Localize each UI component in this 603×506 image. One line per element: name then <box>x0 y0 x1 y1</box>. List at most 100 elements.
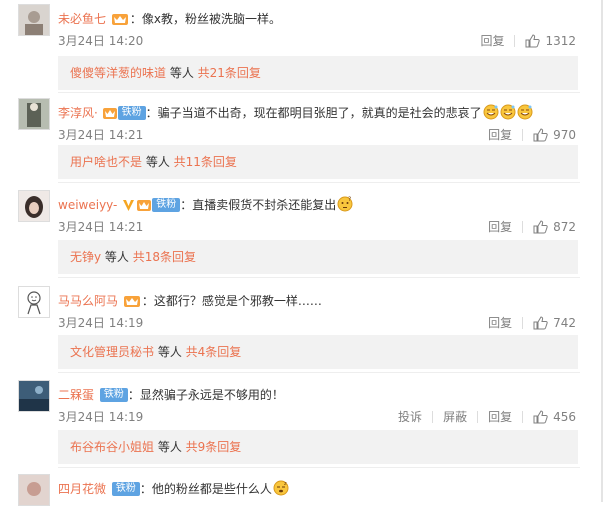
like-button[interactable]: 970 <box>533 128 576 142</box>
reply-count[interactable]: 共9条回复 <box>186 440 242 454</box>
thumbs-up-icon <box>533 409 548 423</box>
username[interactable]: weiweiyy- <box>58 198 117 212</box>
comment-text: ：像x教，粉丝被洗脑一样。 <box>129 12 281 26</box>
reply-user[interactable]: 文化管理员秘书 <box>70 345 154 359</box>
tiefen-badge[interactable]: 铁粉 <box>117 105 146 120</box>
divider <box>477 410 479 423</box>
username[interactable]: 马马么阿马 <box>58 294 118 308</box>
tiefen-badge[interactable]: 铁粉 <box>111 481 140 496</box>
comment-line: 马马么阿马 ：这都行？感觉是个邪教一样…… <box>58 292 322 309</box>
reply-count[interactable]: 共21条回复 <box>198 66 261 80</box>
reply-mid-text: 等人 <box>154 440 186 454</box>
comment-time: 3月24日 14:19 <box>58 410 144 424</box>
doubt-emoji-icon: ? <box>337 196 353 212</box>
comment-text: ：显然骗子永远是不够用的！ <box>127 388 284 402</box>
comment-actions: 回复 872 <box>488 218 576 235</box>
comment-time: 3月24日 14:21 <box>58 220 144 234</box>
avatar[interactable] <box>18 98 50 130</box>
sleepy-emoji-icon: z <box>273 480 289 496</box>
verified-v-icon[interactable] <box>122 198 135 212</box>
avatar[interactable] <box>18 4 50 36</box>
comment-line: 四月花微 铁粉 ：他的粉丝都是些什么人 z <box>58 480 289 498</box>
svg-text:?: ? <box>348 196 351 203</box>
like-button[interactable]: 872 <box>533 220 576 234</box>
reply-button[interactable]: 回复 <box>488 218 512 235</box>
report-button[interactable]: 投诉 <box>398 408 422 425</box>
comment-actions: 回复 742 <box>488 314 576 331</box>
fan-crown-icon[interactable] <box>102 106 117 120</box>
block-button[interactable]: 屏蔽 <box>443 408 467 425</box>
like-button[interactable]: 1312 <box>525 34 576 48</box>
username[interactable]: 四月花微 <box>58 482 106 496</box>
comment-line: 李淳风· 铁粉 ：骗子当道不出奇，现在都明目张胆了，就真的是社会的悲哀了 <box>58 104 533 122</box>
reply-user[interactable]: 傻傻等洋葱的味道 <box>70 66 166 80</box>
reply-mid-text: 等人 <box>166 66 198 80</box>
reply-user[interactable]: 无铮y <box>70 250 101 264</box>
reply-count[interactable]: 共11条回复 <box>174 155 237 169</box>
tiefen-badge[interactable]: 铁粉 <box>99 387 128 402</box>
sweat-smile-emoji-icon <box>517 104 533 120</box>
divider <box>58 277 580 278</box>
avatar[interactable] <box>18 380 50 412</box>
comment-actions: 回复 970 <box>488 126 576 143</box>
divider <box>432 410 434 423</box>
divider <box>58 182 580 183</box>
like-button[interactable]: 742 <box>533 316 576 330</box>
svg-text:z: z <box>284 481 287 487</box>
username[interactable]: 二槑蛋 <box>58 388 94 402</box>
like-count: 742 <box>553 315 576 330</box>
comment-text: ：直播卖假货不封杀还能复出 <box>180 198 337 212</box>
divider <box>58 467 580 468</box>
comment-text: ：他的粉丝都是些什么人 <box>139 482 272 496</box>
comment-line: 未必鱼七 ：像x教，粉丝被洗脑一样。 <box>58 10 281 27</box>
comment-time: 3月24日 14:20 <box>58 34 144 48</box>
username[interactable]: 未必鱼七 <box>58 12 106 26</box>
divider <box>522 316 524 329</box>
like-count: 970 <box>553 127 576 142</box>
reply-mid-text: 等人 <box>154 345 186 359</box>
comment-line: 二槑蛋 铁粉 ：显然骗子永远是不够用的！ <box>58 386 284 403</box>
comment-actions: 回复 1312 <box>480 32 576 49</box>
reply-count[interactable]: 共4条回复 <box>186 345 242 359</box>
avatar[interactable] <box>18 474 50 506</box>
avatar[interactable] <box>18 190 50 222</box>
avatar[interactable] <box>18 286 50 318</box>
thumbs-up-icon <box>533 127 548 141</box>
divider <box>514 34 516 47</box>
divider <box>522 410 524 423</box>
tiefen-badge[interactable]: 铁粉 <box>152 197 181 212</box>
reply-count[interactable]: 共18条回复 <box>133 250 196 264</box>
thumbs-up-icon <box>525 33 541 47</box>
fan-crown-icon[interactable] <box>111 12 129 26</box>
thumbs-up-icon <box>533 315 548 329</box>
divider <box>522 220 524 233</box>
comment-time: 3月24日 14:19 <box>58 316 144 330</box>
reply-mid-text: 等人 <box>101 250 133 264</box>
like-count: 456 <box>553 409 576 424</box>
comment-text: ：骗子当道不出奇，现在都明目张胆了，就真的是社会的悲哀了 <box>145 106 482 120</box>
like-count: 1312 <box>545 33 576 48</box>
comment-line: weiweiyy- 铁粉 ：直播卖假货不封杀还能复出? <box>58 196 353 214</box>
reply-button[interactable]: 回复 <box>488 126 512 143</box>
divider <box>58 92 580 93</box>
fan-crown-icon[interactable] <box>123 294 141 308</box>
like-button[interactable]: 456 <box>533 410 576 424</box>
thumbs-up-icon <box>533 219 548 233</box>
like-count: 872 <box>553 219 576 234</box>
reply-user[interactable]: 布谷布谷小姐姐 <box>70 440 154 454</box>
reply-summary[interactable]: 傻傻等洋葱的味道 等人 共21条回复 <box>58 56 578 90</box>
divider <box>58 372 580 373</box>
reply-summary[interactable]: 布谷布谷小姐姐 等人 共9条回复 <box>58 430 578 464</box>
username[interactable]: 李淳风· <box>58 106 98 120</box>
reply-summary[interactable]: 用户啥也不是 等人 共11条回复 <box>58 145 578 179</box>
comment-actions: 投诉 屏蔽 回复 456 <box>398 408 576 425</box>
reply-summary[interactable]: 文化管理员秘书 等人 共4条回复 <box>58 335 578 369</box>
fan-crown-icon[interactable] <box>137 198 152 212</box>
comment-time: 3月24日 14:21 <box>58 128 144 142</box>
reply-button[interactable]: 回复 <box>488 408 512 425</box>
sweat-smile-emoji-icon <box>483 104 499 120</box>
reply-user[interactable]: 用户啥也不是 <box>70 155 142 169</box>
reply-summary[interactable]: 无铮y 等人 共18条回复 <box>58 240 578 274</box>
reply-button[interactable]: 回复 <box>488 314 512 331</box>
reply-button[interactable]: 回复 <box>480 32 504 49</box>
